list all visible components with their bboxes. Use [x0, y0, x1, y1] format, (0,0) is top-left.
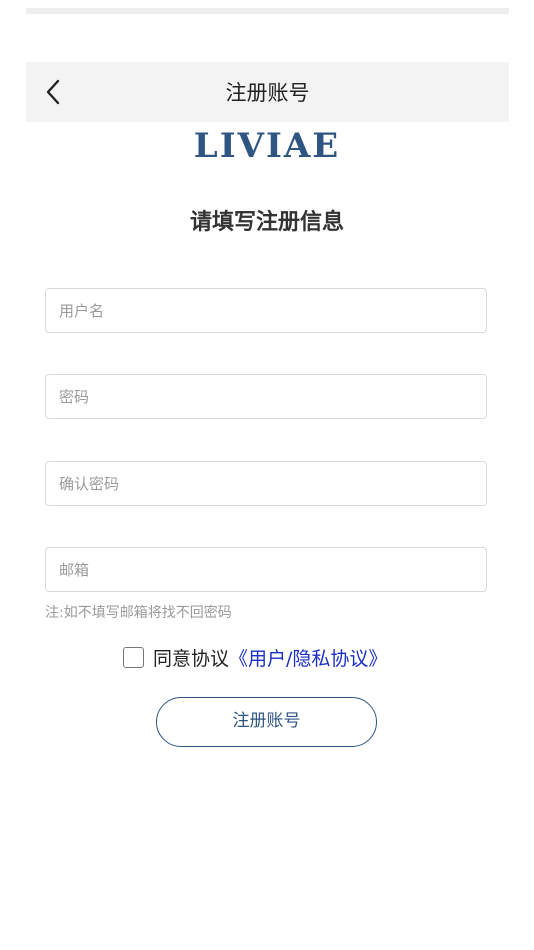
agreement-row: 同意协议 《用户/隐私协议》 [123, 644, 387, 670]
password-input[interactable] [46, 375, 486, 418]
confirm-password-field[interactable] [45, 461, 487, 506]
agree-label: 同意协议 [153, 647, 230, 670]
email-input[interactable] [46, 548, 486, 591]
username-field[interactable] [45, 288, 487, 333]
brand-logo: LIVIAE [193, 126, 341, 166]
nav-header: 注册账号 [26, 62, 509, 122]
email-note: 注:如不填写邮箱将找不回密码 [45, 605, 232, 621]
page-title: 注册账号 [225, 81, 310, 105]
form-heading: 请填写注册信息 [189, 210, 344, 235]
password-field[interactable] [45, 374, 487, 419]
status-strip [26, 8, 509, 14]
username-input[interactable] [46, 289, 486, 332]
confirm-password-input[interactable] [46, 462, 486, 505]
agreement-link[interactable]: 《用户/隐私协议》 [229, 644, 387, 671]
email-field[interactable] [45, 547, 487, 592]
agree-checkbox[interactable] [123, 646, 144, 668]
register-button[interactable]: 注册账号 [156, 697, 377, 747]
